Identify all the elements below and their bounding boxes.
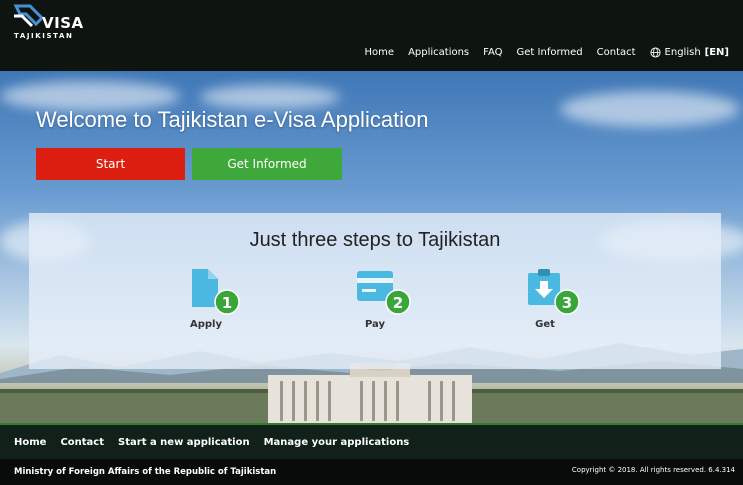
top-bar: VISA TAJIKISTAN Home Applications FAQ Ge…	[0, 0, 743, 71]
logo-mark-icon	[13, 4, 45, 28]
bottom-bar: Ministry of Foreign Affairs of the Repub…	[0, 459, 743, 485]
city-skyline-illustration	[0, 363, 743, 423]
ministry-text: Ministry of Foreign Affairs of the Repub…	[14, 467, 277, 477]
step-apply[interactable]: 1 Apply	[186, 269, 266, 339]
globe-icon	[650, 47, 661, 58]
step-label: Pay	[364, 319, 386, 330]
logo-subtext: TAJIKISTAN	[14, 32, 74, 40]
language-selector[interactable]: English [EN]	[650, 47, 729, 58]
steps-title: Just three steps to Tajikistan	[249, 229, 501, 251]
footer-link-contact[interactable]: Contact	[60, 437, 104, 448]
main-nav: Home Applications FAQ Get Informed Conta…	[365, 47, 729, 58]
nav-get-informed[interactable]: Get Informed	[517, 47, 583, 58]
language-code: [EN]	[704, 47, 729, 58]
step-label: Apply	[189, 319, 222, 330]
nav-faq[interactable]: FAQ	[483, 47, 502, 58]
footer-link-home[interactable]: Home	[14, 437, 46, 448]
cloud	[560, 91, 740, 127]
step-number: 2	[393, 294, 403, 312]
footer-link-start-application[interactable]: Start a new application	[118, 437, 250, 448]
visa-logo[interactable]: VISA TAJIKISTAN	[12, 4, 84, 40]
step-pay[interactable]: 2 Pay	[355, 269, 435, 339]
steps-panel: Just three steps to Tajikistan 1 Apply 2…	[29, 213, 721, 369]
footer-link-manage-applications[interactable]: Manage your applications	[264, 437, 410, 448]
cloud	[200, 85, 340, 109]
nav-contact[interactable]: Contact	[597, 47, 636, 58]
document-icon: 1	[192, 269, 240, 315]
download-clipboard-icon: 3	[528, 269, 580, 315]
nav-applications[interactable]: Applications	[408, 47, 469, 58]
copyright-text: Copyright © 2018. All rights reserved. 6…	[571, 466, 735, 474]
credit-card-icon: 2	[357, 271, 411, 315]
logo-text: VISA	[42, 14, 84, 32]
step-number: 1	[222, 294, 232, 312]
step-number: 3	[562, 294, 572, 312]
step-get[interactable]: 3 Get	[525, 269, 605, 339]
welcome-heading: Welcome to Tajikistan e-Visa Application	[36, 107, 429, 132]
step-label: Get	[535, 319, 555, 330]
footer-nav: Home Contact Start a new application Man…	[0, 423, 743, 459]
start-button[interactable]: Start	[36, 148, 185, 180]
get-informed-button[interactable]: Get Informed	[192, 148, 342, 180]
language-label: English	[664, 47, 701, 58]
hero-banner: Welcome to Tajikistan e-Visa Application…	[0, 71, 743, 423]
nav-home[interactable]: Home	[365, 47, 395, 58]
